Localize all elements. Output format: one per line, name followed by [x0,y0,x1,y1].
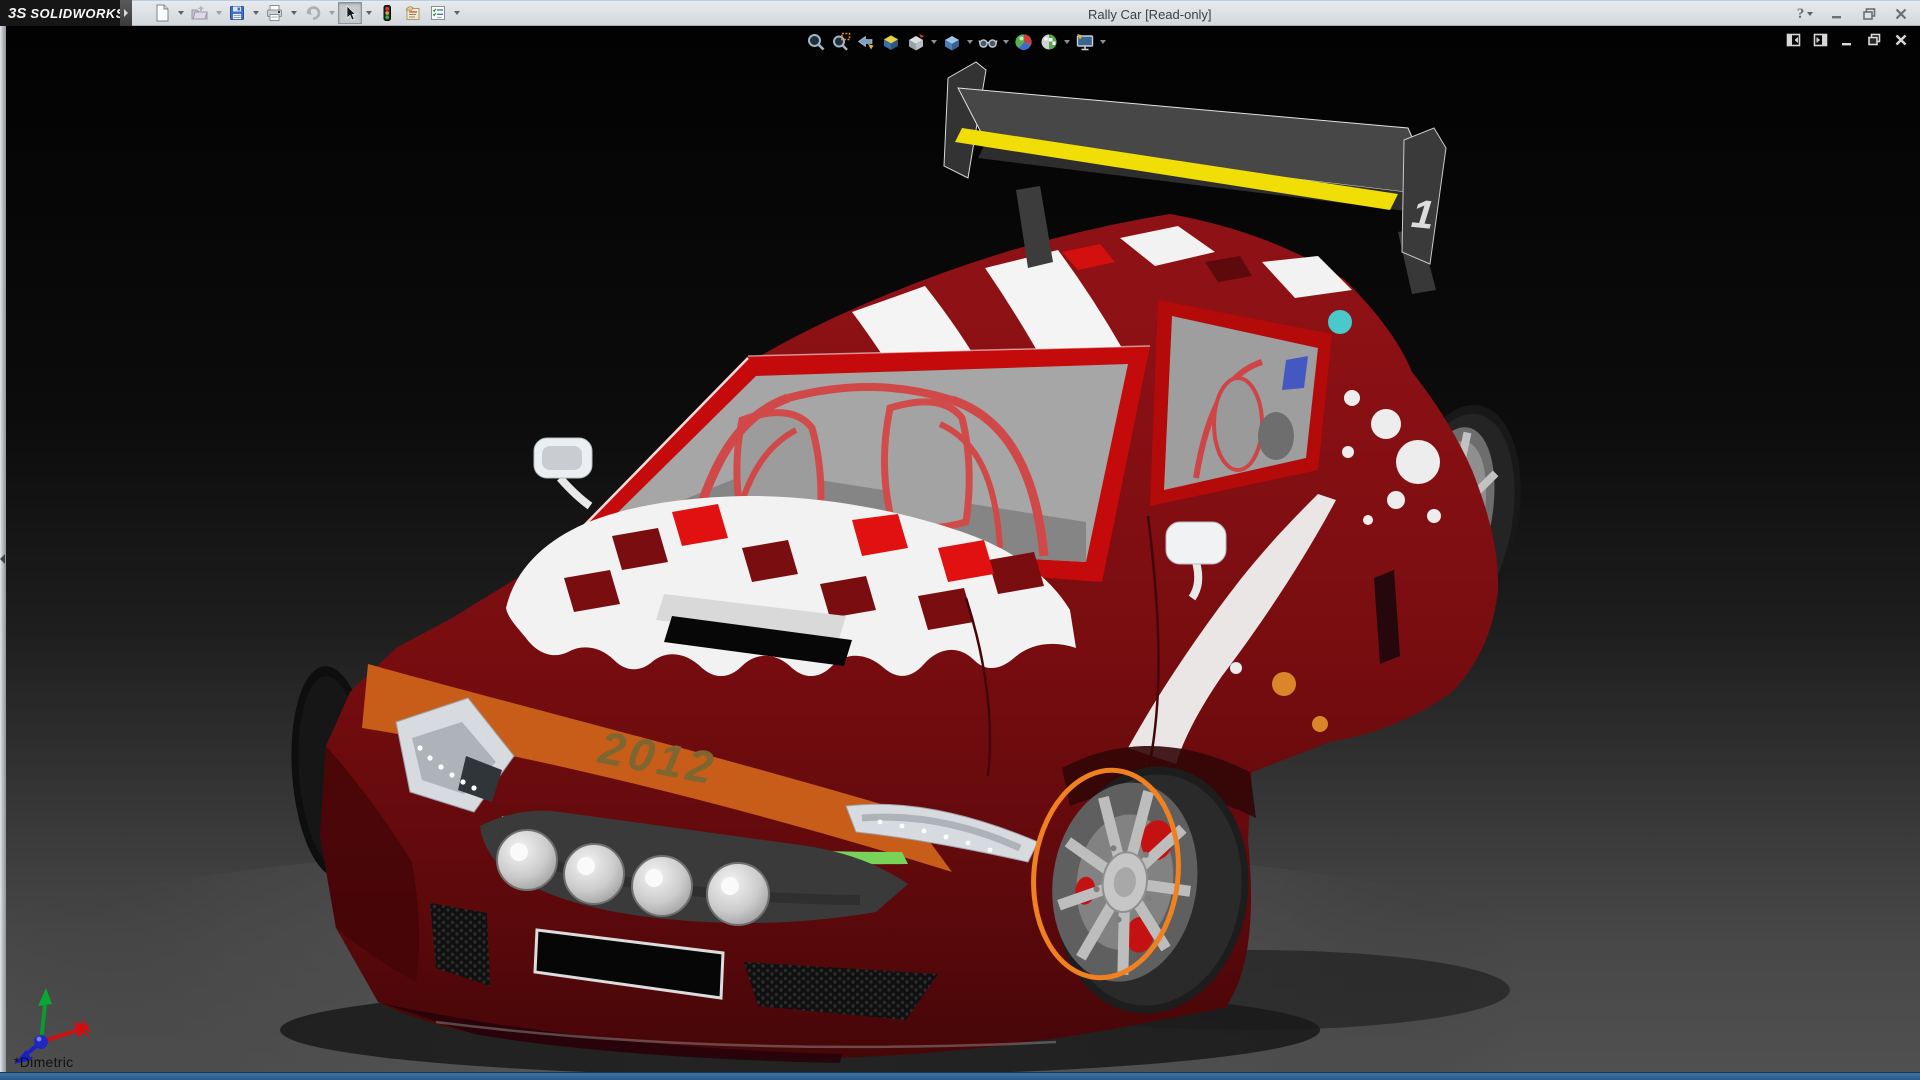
section-view-button[interactable] [879,30,903,54]
apply-scene-dropdown[interactable] [1062,30,1072,54]
logo-brand-text: SOLIDWORKS [30,6,125,21]
zoom-to-fit-button[interactable] [804,30,828,54]
eyeglasses-icon [978,32,998,52]
print-icon [265,4,284,22]
select-cursor-icon [342,4,358,22]
restore-icon [1862,7,1877,21]
main-toolbar [150,2,462,24]
hide-show-items-dropdown[interactable] [1001,30,1011,54]
window-title: Rally Car [Read-only] [1088,1,1212,27]
wing-number-decal: 1 [1409,192,1436,238]
solidworks-logo: 3S SOLIDWORKS [0,0,120,26]
open-document-button[interactable] [187,2,212,24]
title-bar: 3S SOLIDWORKS [0,0,1920,26]
select-tool-button[interactable] [338,2,362,24]
view-settings-icon [1075,32,1095,52]
minimize-icon [1830,7,1844,21]
expand-left-pane-button[interactable] [1784,32,1802,48]
help-dropdown-icon [1807,12,1813,16]
undo-dropdown[interactable] [326,2,337,24]
previous-view-icon [856,32,876,52]
expand-right-pane-icon [1813,33,1828,47]
minimize-document-button[interactable] [1838,32,1856,48]
previous-view-button[interactable] [854,30,878,54]
save-dropdown[interactable] [250,2,261,24]
minimize-document-icon [1840,33,1854,47]
view-stoplight-button[interactable] [375,2,399,24]
section-view-icon [881,32,901,52]
view-orientation-dropdown[interactable] [929,30,939,54]
print-button[interactable] [262,2,287,24]
panel-splitter[interactable] [0,26,6,1072]
view-settings-dropdown[interactable] [1098,30,1108,54]
stoplight-icon [380,4,394,22]
edit-appearance-button[interactable] [1012,30,1036,54]
close-button[interactable] [1888,4,1914,24]
restore-document-button[interactable] [1865,32,1883,48]
apply-scene-button[interactable] [1037,30,1061,54]
save-floppy-icon [228,4,246,22]
options-checklist-button[interactable] [426,2,450,24]
print-dropdown[interactable] [288,2,299,24]
undo-arrow-icon [303,4,322,22]
window-controls: ? [1792,1,1914,27]
minimize-button[interactable] [1824,4,1850,24]
view-orientation-icon [906,32,926,52]
display-style-dropdown[interactable] [965,30,975,54]
new-document-button[interactable] [150,2,174,24]
view-orientation-button[interactable] [904,30,928,54]
undo-button[interactable] [300,2,325,24]
close-icon [1894,7,1908,21]
display-style-icon [942,32,962,52]
design-note-button[interactable] [400,2,425,24]
help-icon: ? [1797,6,1805,23]
restore-button[interactable] [1856,4,1882,24]
options-dropdown[interactable] [451,2,462,24]
hide-show-items-button[interactable] [976,30,1000,54]
new-document-dropdown[interactable] [175,2,186,24]
graphics-viewport[interactable]: 1 [0,26,1920,1072]
new-document-icon [153,4,171,22]
open-folder-icon [190,4,209,22]
logo-glyph: 3S [8,5,26,22]
help-button[interactable]: ? [1792,4,1818,24]
zoom-to-fit-icon [806,32,826,52]
display-style-button[interactable] [940,30,964,54]
cabin-light [1328,310,1352,334]
document-pane-controls [1784,32,1910,48]
view-orientation-label: *Dimetric [14,1054,73,1070]
checklist-icon [429,4,447,22]
select-tool-dropdown[interactable] [363,2,374,24]
open-document-dropdown[interactable] [213,2,224,24]
zoom-to-area-icon [831,32,851,52]
bottom-edge-bar [0,1072,1920,1080]
close-document-icon [1894,33,1908,47]
save-button[interactable] [225,2,249,24]
expand-left-pane-icon [1786,33,1801,47]
restore-document-icon [1867,33,1882,47]
flyout-arrow-icon [124,9,128,17]
note-icon [403,4,422,22]
triad-x-axis [41,1020,90,1042]
close-document-button[interactable] [1892,32,1910,48]
expand-right-pane-button[interactable] [1811,32,1829,48]
rally-car-model[interactable]: 1 [0,26,1920,1072]
view-settings-button[interactable] [1073,30,1097,54]
zoom-to-area-button[interactable] [829,30,853,54]
splitter-arrow-icon [0,554,5,564]
headsup-view-toolbar [804,30,1108,54]
apply-scene-icon [1039,32,1059,52]
menu-flyout-button[interactable] [120,0,132,26]
appearance-sphere-icon [1014,32,1034,52]
triad-y-axis [38,988,52,1042]
